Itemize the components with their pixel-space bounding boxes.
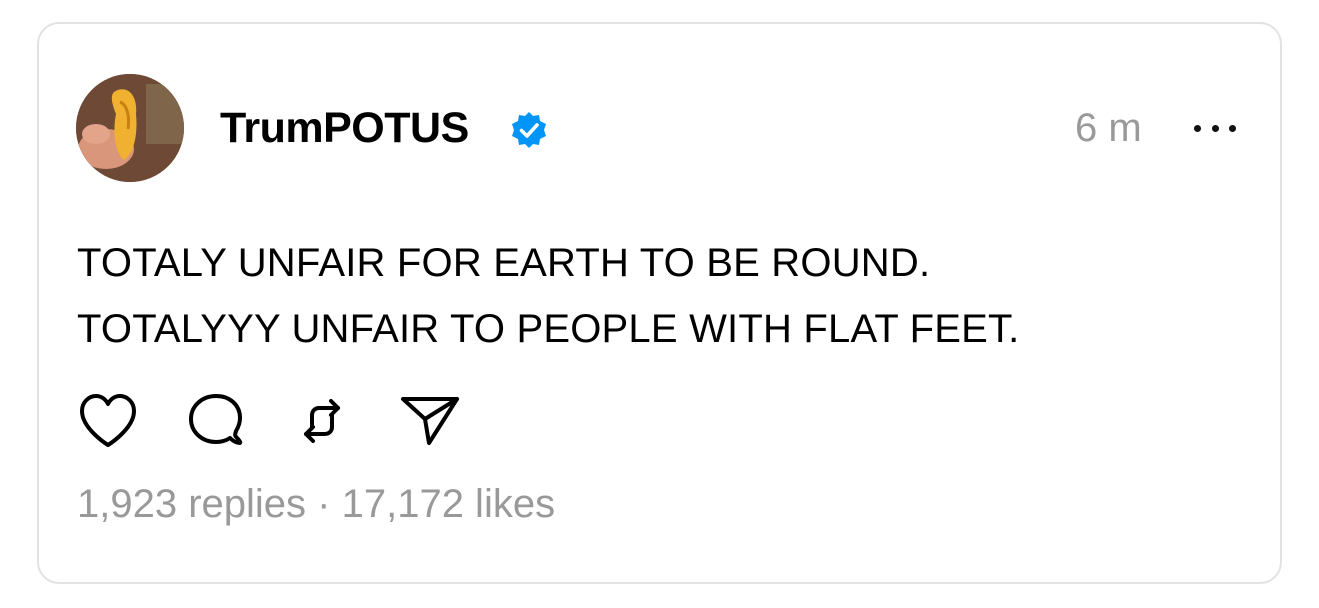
username[interactable]: TrumPOTUS [220, 104, 469, 153]
avatar[interactable] [76, 74, 184, 182]
post-text-line: TOTALY UNFAIR FOR EARTH TO BE ROUND. [77, 241, 931, 285]
avatar-icon [76, 74, 184, 182]
more-options-icon[interactable] [1194, 116, 1236, 140]
verified-badge-icon [512, 112, 546, 148]
post-text: TOTALY UNFAIR FOR EARTH TO BE ROUND. TOT… [77, 230, 1227, 362]
replies-count[interactable]: 1,923 replies [77, 482, 306, 526]
stats-separator: · [306, 482, 342, 526]
timestamp: 6 m [1075, 106, 1142, 150]
heart-icon [80, 394, 136, 447]
like-button[interactable] [77, 390, 139, 452]
post-stats: 1,923 replies · 17,172 likes [77, 482, 555, 527]
reply-button[interactable] [185, 390, 247, 452]
send-icon [401, 397, 459, 445]
comment-icon [189, 394, 243, 445]
post-card: TrumPOTUS 6 m TOTALY UNFAIR FOR EARTH TO… [37, 22, 1282, 584]
repost-icon [304, 399, 340, 443]
likes-count[interactable]: 17,172 likes [342, 482, 555, 526]
share-button[interactable] [399, 390, 461, 452]
post-text-line: TOTALYYY UNFAIR TO PEOPLE WITH FLAT FEET… [77, 307, 1020, 351]
repost-button[interactable] [291, 390, 353, 452]
